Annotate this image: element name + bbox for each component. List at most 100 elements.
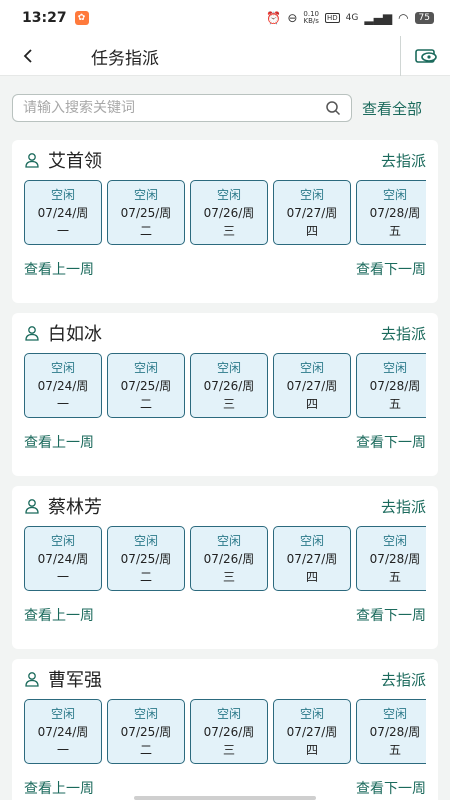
hd-badge: HD [325, 13, 340, 23]
day-status: 空闲 [216, 533, 241, 548]
day-status: 空闲 [382, 706, 407, 721]
day-slot[interactable]: 空闲 07/25/周二 [107, 699, 185, 764]
day-weekday: 二 [139, 742, 152, 757]
day-status: 空闲 [216, 360, 241, 375]
day-slot[interactable]: 空闲 07/27/周四 [273, 526, 351, 591]
status-time: 13:27 [22, 10, 67, 26]
staff-name: 白如冰 [48, 324, 102, 345]
next-week-link[interactable]: 查看下一周 [356, 432, 426, 452]
network-type: 4G [345, 13, 359, 23]
prev-week-link[interactable]: 查看上一周 [24, 605, 94, 625]
day-weekday: 一 [56, 742, 69, 757]
next-week-link[interactable]: 查看下一周 [356, 259, 426, 279]
day-slot[interactable]: 空闲 07/28/周五 [356, 699, 426, 764]
day-weekday: 四 [305, 223, 318, 238]
day-date: 07/24/周 [37, 205, 89, 220]
search-input[interactable] [23, 100, 325, 116]
day-slot[interactable]: 空闲 07/27/周四 [273, 180, 351, 245]
day-slot[interactable]: 空闲 07/28/周五 [356, 353, 426, 418]
person-icon [25, 326, 39, 341]
day-weekday: 五 [388, 396, 401, 411]
day-status: 空闲 [50, 706, 75, 721]
schedule-days[interactable]: 空闲 07/24/周一 空闲 07/25/周二 空闲 07/26/周三 空闲 07/27/周四… [12, 180, 426, 245]
view-all-link[interactable]: 查看全部 [362, 98, 422, 119]
day-weekday: 三 [222, 396, 235, 411]
battery-icon: 75 [414, 12, 434, 24]
day-weekday: 一 [56, 223, 69, 238]
day-date: 07/28/周 [369, 724, 421, 739]
day-status: 空闲 [382, 187, 407, 202]
next-week-link[interactable]: 查看下一周 [356, 605, 426, 625]
day-status: 空闲 [382, 360, 407, 375]
day-weekday: 五 [388, 223, 401, 238]
preview-button[interactable] [400, 36, 450, 76]
day-date: 07/27/周 [286, 724, 338, 739]
day-slot[interactable]: 空闲 07/25/周二 [107, 526, 185, 591]
day-slot[interactable]: 空闲 07/24/周一 [24, 699, 102, 764]
day-status: 空闲 [133, 360, 158, 375]
search-icon[interactable] [325, 100, 341, 116]
day-date: 07/26/周 [203, 551, 255, 566]
assign-link[interactable]: 去指派 [381, 496, 426, 517]
day-slot[interactable]: 空闲 07/24/周一 [24, 353, 102, 418]
mute-icon: ⊖ [287, 11, 298, 25]
card-footer: 查看上一周 查看下一周 [12, 603, 438, 627]
day-status: 空闲 [50, 533, 75, 548]
day-weekday: 四 [305, 742, 318, 757]
card-header: 白如冰 去指派 [12, 313, 438, 353]
home-indicator[interactable] [134, 796, 316, 800]
day-weekday: 三 [222, 223, 235, 238]
day-slot[interactable]: 空闲 07/26/周三 [190, 180, 268, 245]
day-weekday: 四 [305, 569, 318, 584]
prev-week-link[interactable]: 查看上一周 [24, 778, 94, 798]
chevron-left-icon [23, 48, 32, 63]
day-slot[interactable]: 空闲 07/26/周三 [190, 699, 268, 764]
day-slot[interactable]: 空闲 07/28/周五 [356, 526, 426, 591]
day-date: 07/27/周 [286, 378, 338, 393]
day-date: 07/28/周 [369, 205, 421, 220]
staff-card: 白如冰 去指派 空闲 07/24/周一 空闲 07/25/周二 空闲 07/26/周三 空闲 07… [12, 313, 438, 476]
search-box[interactable] [12, 94, 352, 122]
day-slot[interactable]: 空闲 07/27/周四 [273, 353, 351, 418]
day-weekday: 三 [222, 569, 235, 584]
card-footer: 查看上一周 查看下一周 [12, 430, 438, 454]
day-slot[interactable]: 空闲 07/26/周三 [190, 526, 268, 591]
day-date: 07/24/周 [37, 378, 89, 393]
day-status: 空闲 [299, 533, 324, 548]
app-notification-icon: ✿ [74, 11, 89, 25]
schedule-days[interactable]: 空闲 07/24/周一 空闲 07/25/周二 空闲 07/26/周三 空闲 07/27/周四… [12, 699, 426, 764]
day-status: 空闲 [299, 360, 324, 375]
prev-week-link[interactable]: 查看上一周 [24, 432, 94, 452]
assign-link[interactable]: 去指派 [381, 669, 426, 690]
staff-name: 艾首领 [48, 151, 102, 172]
day-slot[interactable]: 空闲 07/28/周五 [356, 180, 426, 245]
person-icon [25, 153, 39, 168]
schedule-days[interactable]: 空闲 07/24/周一 空闲 07/25/周二 空闲 07/26/周三 空闲 07/27/周四… [12, 526, 426, 591]
day-slot[interactable]: 空闲 07/26/周三 [190, 353, 268, 418]
day-slot[interactable]: 空闲 07/24/周一 [24, 180, 102, 245]
day-status: 空闲 [216, 706, 241, 721]
net-speed: 0.10 KB/s [303, 11, 319, 25]
assign-link[interactable]: 去指派 [381, 150, 426, 171]
assign-link[interactable]: 去指派 [381, 323, 426, 344]
status-icons: ⏰ ⊖ 0.10 KB/s HD 4G ▂▄▆ ◠ 75 [266, 11, 434, 25]
back-button[interactable] [0, 36, 56, 76]
eye-card-icon [414, 49, 437, 63]
day-slot[interactable]: 空闲 07/25/周二 [107, 180, 185, 245]
day-date: 07/26/周 [203, 724, 255, 739]
day-status: 空闲 [50, 360, 75, 375]
wifi-icon: ◠ [398, 11, 409, 25]
day-status: 空闲 [299, 706, 324, 721]
staff-card: 蔡林芳 去指派 空闲 07/24/周一 空闲 07/25/周二 空闲 07/26/周三 空闲 07… [12, 486, 438, 649]
day-slot[interactable]: 空闲 07/24/周一 [24, 526, 102, 591]
day-slot[interactable]: 空闲 07/25/周二 [107, 353, 185, 418]
card-header: 蔡林芳 去指派 [12, 486, 438, 526]
net-speed-unit: KB/s [303, 17, 319, 25]
day-weekday: 一 [56, 569, 69, 584]
prev-week-link[interactable]: 查看上一周 [24, 259, 94, 279]
day-slot[interactable]: 空闲 07/27/周四 [273, 699, 351, 764]
schedule-days[interactable]: 空闲 07/24/周一 空闲 07/25/周二 空闲 07/26/周三 空闲 07/27/周四… [12, 353, 426, 418]
day-status: 空闲 [382, 533, 407, 548]
next-week-link[interactable]: 查看下一周 [356, 778, 426, 798]
day-date: 07/27/周 [286, 205, 338, 220]
